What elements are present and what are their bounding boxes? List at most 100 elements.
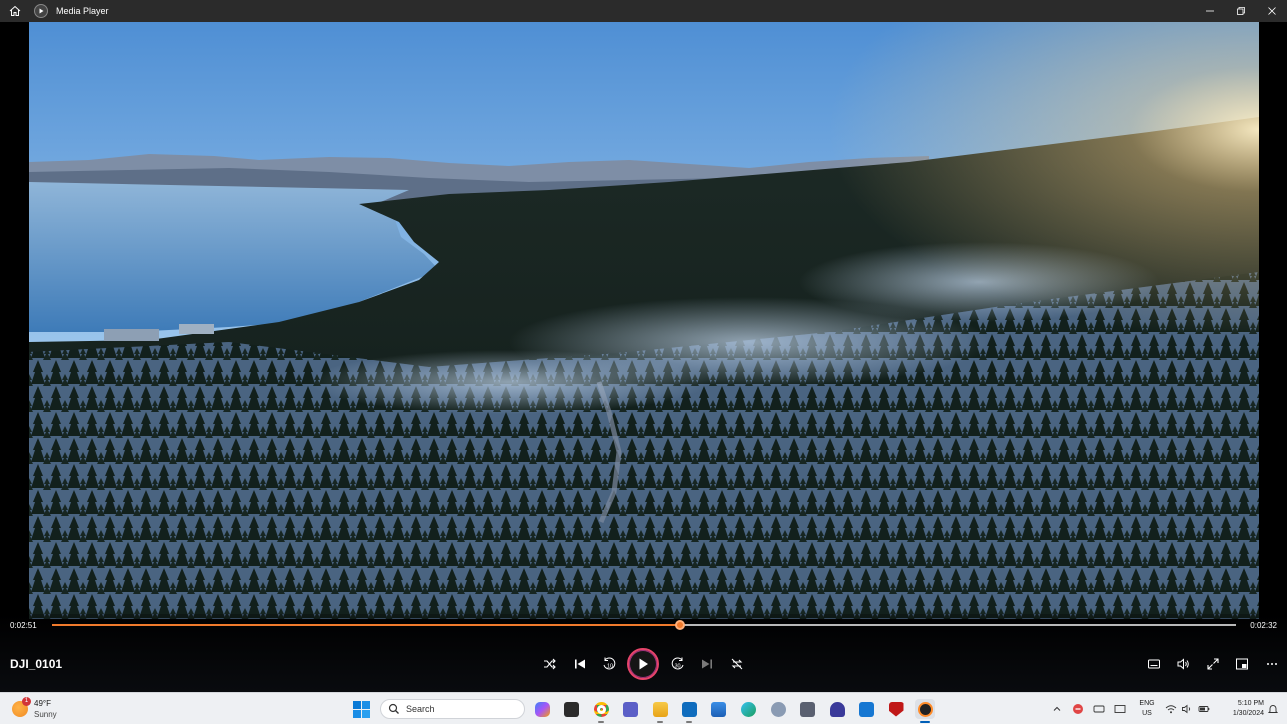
battery-icon [1198,706,1210,712]
calculator-icon [799,701,815,717]
volume-icon [1177,658,1189,670]
volume-button[interactable] [1173,654,1193,674]
seek-bar[interactable] [52,620,1236,630]
security-tray-button[interactable] [1069,699,1087,719]
fullscreen-button[interactable] [1203,654,1223,674]
subtitles-icon [1148,659,1160,669]
shuffle-button[interactable] [540,654,560,674]
search-box[interactable]: Search [380,699,525,719]
media-title: DJI_0101 [10,657,63,671]
file-explorer-button[interactable] [650,699,670,723]
fullscreen-icon [1207,658,1219,670]
file-manager-icon [563,701,579,717]
restore-icon [1236,7,1245,15]
mail-icon [681,701,697,717]
headphones-button[interactable] [827,699,847,719]
play-button[interactable] [627,648,659,680]
home-icon[interactable] [0,0,30,22]
keyboard-icon [1093,705,1105,713]
input-language[interactable]: ENG US [1136,699,1158,719]
keyboard-tray-button[interactable] [1090,699,1108,719]
skip-forward-30-icon: 30 [671,657,684,670]
security-icon [1073,704,1083,714]
previous-icon [575,659,585,669]
display-icon [1114,705,1126,713]
r-button[interactable] [768,699,788,719]
seek-thumb[interactable] [674,620,685,630]
next-icon [702,659,712,669]
weather-condition: Sunny [34,710,57,719]
next-button[interactable] [697,654,717,674]
search-icon [388,703,399,714]
restore-button[interactable] [1225,0,1256,22]
skip-forward-button[interactable]: 30 [668,654,688,674]
close-icon [1267,7,1276,15]
show-hidden-icons-button[interactable] [1048,699,1066,719]
mcafee-button[interactable] [886,699,906,719]
teams-icon [622,701,638,717]
more-options-icon [1267,663,1277,665]
edge-icon [740,701,756,717]
skip-back-label: 10 [607,664,613,670]
skip-forward-label: 30 [675,664,681,670]
blue-app-icon [858,701,874,717]
minimize-button[interactable] [1194,0,1225,22]
skip-back-10-icon: 10 [603,657,616,670]
mini-player-button[interactable] [1232,654,1252,674]
windows-icon [353,701,370,718]
weather-widget[interactable]: 1 49°F Sunny [10,697,80,721]
chevron-up-icon [1053,706,1061,711]
language-code: ENG [1139,700,1155,707]
teams-button[interactable] [620,699,640,719]
play-icon [639,658,648,670]
mini-player-icon [1236,658,1248,670]
headphones-icon [829,701,845,717]
close-button[interactable] [1256,0,1287,22]
mcafee-icon [888,701,904,717]
media-player-window: Media Player 0:02:51 0:02:32 DJI_0101 10… [0,0,1287,692]
blue-app-button[interactable] [856,699,876,719]
media-player-taskbar-button[interactable] [915,699,935,723]
chrome-button[interactable] [591,699,611,723]
previous-button[interactable] [570,654,590,674]
playback-controls: 0:02:51 0:02:32 DJI_0101 10 30 [0,614,1287,692]
speaker-tray-button[interactable] [1178,699,1196,719]
subtitles-button[interactable] [1144,654,1164,674]
weather-badge: 1 [22,697,31,706]
video-frame[interactable] [29,22,1259,619]
notifications-icon [1267,705,1279,713]
file-manager-button[interactable] [561,699,581,719]
repeat-button[interactable] [727,654,747,674]
store-icon [710,701,726,717]
r-icon [770,701,786,717]
title-bar: Media Player [0,0,1287,22]
wifi-icon [1165,705,1177,714]
mail-button[interactable] [679,699,699,723]
start-button[interactable] [353,701,370,718]
skip-back-button[interactable]: 10 [599,654,619,674]
media-player-icon [917,701,933,717]
edge-button[interactable] [738,699,758,719]
shuffle-icon [544,658,556,670]
window-title: Media Player [56,6,109,16]
minimize-icon [1205,10,1214,12]
notifications-button[interactable] [1264,699,1282,719]
weather-temp: 49°F [34,699,51,708]
calculator-button[interactable] [797,699,817,719]
file-explorer-icon [652,701,668,717]
store-button[interactable] [708,699,728,719]
remaining-time: 0:02:32 [1250,621,1277,630]
taskbar: 1 49°F Sunny Search ENG US 5:10 PM 1/30/… [0,692,1287,724]
clock-date: 1/30/2024 [1232,710,1264,717]
display-tray-button[interactable] [1111,699,1129,719]
media-player-icon [34,4,48,18]
clock-time: 5:10 PM [1237,700,1264,707]
system-clock[interactable]: 5:10 PM 1/30/2024 [1216,699,1264,719]
battery-tray-button[interactable] [1195,699,1213,719]
seek-bar-progress [52,624,680,626]
repeat-off-icon [731,658,743,670]
search-placeholder: Search [406,704,435,714]
more-options-button[interactable] [1262,654,1282,674]
copilot-button[interactable] [532,699,552,719]
speaker-icon [1182,704,1191,714]
